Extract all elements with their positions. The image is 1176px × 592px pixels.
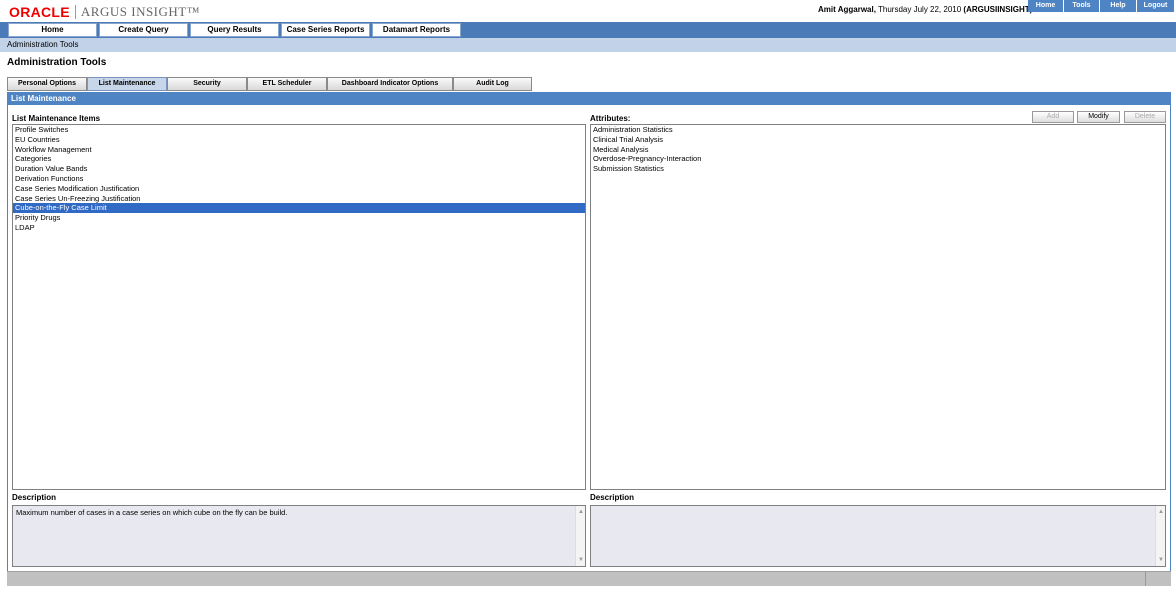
global-link-home[interactable]: Home: [1028, 0, 1064, 12]
nav-create-query[interactable]: Create Query: [99, 23, 188, 37]
attributes-label: Attributes:: [590, 114, 631, 123]
list-item[interactable]: Categories: [13, 154, 585, 164]
attribute-item[interactable]: Medical Analysis: [591, 145, 1165, 155]
attribute-item[interactable]: Administration Statistics: [591, 125, 1165, 135]
status-bar-cell: [1145, 572, 1171, 586]
app-header: ORACLE ARGUS INSIGHT™ Amit Aggarwal, Thu…: [0, 0, 1176, 22]
add-button[interactable]: Add: [1032, 111, 1074, 123]
list-item[interactable]: Case Series Un-Freezing Justification: [13, 194, 585, 204]
attribute-item[interactable]: Submission Statistics: [591, 164, 1165, 174]
list-item[interactable]: Cube-on-the-Fly Case Limit: [13, 203, 585, 214]
list-item[interactable]: LDAP: [13, 223, 585, 233]
section-header: List Maintenance: [7, 92, 1171, 105]
right-description-textarea[interactable]: ▲ ▼: [590, 505, 1166, 567]
list-items-label: List Maintenance Items: [12, 114, 101, 123]
oracle-argus-logo: ORACLE ARGUS INSIGHT™: [9, 3, 200, 20]
global-link-help[interactable]: Help: [1100, 0, 1137, 12]
scroll-down-icon[interactable]: ▼: [1157, 556, 1165, 564]
nav-case-series-reports[interactable]: Case Series Reports: [281, 23, 370, 37]
modify-button[interactable]: Modify: [1077, 111, 1120, 123]
oracle-logo-text: ORACLE: [9, 3, 70, 20]
global-links: Home Tools Help Logout: [1028, 0, 1174, 12]
user-name: Amit Aggarwal,: [818, 5, 876, 14]
left-description-scrollbar[interactable]: ▲ ▼: [575, 506, 585, 566]
attribute-item[interactable]: Clinical Trial Analysis: [591, 135, 1165, 145]
delete-button[interactable]: Delete: [1124, 111, 1166, 123]
right-description-scrollbar[interactable]: ▲ ▼: [1155, 506, 1165, 566]
instance-name: (ARGUSIINSIGHT): [963, 5, 1033, 14]
tab-audit-log[interactable]: Audit Log: [453, 77, 532, 91]
current-date: Thursday July 22, 2010: [878, 5, 962, 14]
tab-dashboard-indicator-options[interactable]: Dashboard Indicator Options: [327, 77, 453, 91]
nav-query-results[interactable]: Query Results: [190, 23, 279, 37]
breadcrumb: Administration Tools: [0, 38, 1176, 52]
list-item[interactable]: Priority Drugs: [13, 213, 585, 223]
left-description-textarea[interactable]: Maximum number of cases in a case series…: [12, 505, 586, 567]
tab-etl-scheduler[interactable]: ETL Scheduler: [247, 77, 327, 91]
attributes-listbox[interactable]: Administration Statistics Clinical Trial …: [590, 124, 1166, 490]
nav-home[interactable]: Home: [8, 23, 97, 37]
global-link-tools[interactable]: Tools: [1064, 0, 1100, 12]
scroll-down-icon[interactable]: ▼: [577, 556, 585, 564]
scroll-up-icon[interactable]: ▲: [577, 508, 585, 516]
tab-list-maintenance[interactable]: List Maintenance: [87, 77, 167, 91]
list-items-listbox[interactable]: Profile Switches EU Countries Workflow Man…: [12, 124, 586, 490]
page-title: Administration Tools: [7, 57, 107, 68]
global-link-logout[interactable]: Logout: [1137, 0, 1174, 12]
left-description-text: Maximum number of cases in a case series…: [16, 508, 288, 517]
tab-personal-options[interactable]: Personal Options: [7, 77, 87, 91]
list-item[interactable]: Workflow Management: [13, 145, 585, 155]
list-item[interactable]: Case Series Modification Justification: [13, 184, 585, 194]
attribute-item[interactable]: Overdose-Pregnancy-Interaction: [591, 154, 1165, 164]
list-item[interactable]: Duration Value Bands: [13, 164, 585, 174]
list-item[interactable]: EU Countries: [13, 135, 585, 145]
list-item[interactable]: Derivation Functions: [13, 174, 585, 184]
logo-divider: [74, 4, 76, 19]
product-name: ARGUS INSIGHT™: [80, 3, 200, 19]
tab-security[interactable]: Security: [167, 77, 247, 91]
left-description-label: Description: [12, 493, 57, 502]
user-info: Amit Aggarwal, Thursday July 22, 2010 (A…: [818, 5, 1032, 14]
scroll-up-icon[interactable]: ▲: [1157, 508, 1165, 516]
right-description-label: Description: [590, 493, 635, 502]
nav-datamart-reports[interactable]: Datamart Reports: [372, 23, 461, 37]
status-bar: [7, 571, 1171, 586]
main-nav: Home Create Query Query Results Case Ser…: [0, 22, 1176, 38]
list-item[interactable]: Profile Switches: [13, 125, 585, 135]
